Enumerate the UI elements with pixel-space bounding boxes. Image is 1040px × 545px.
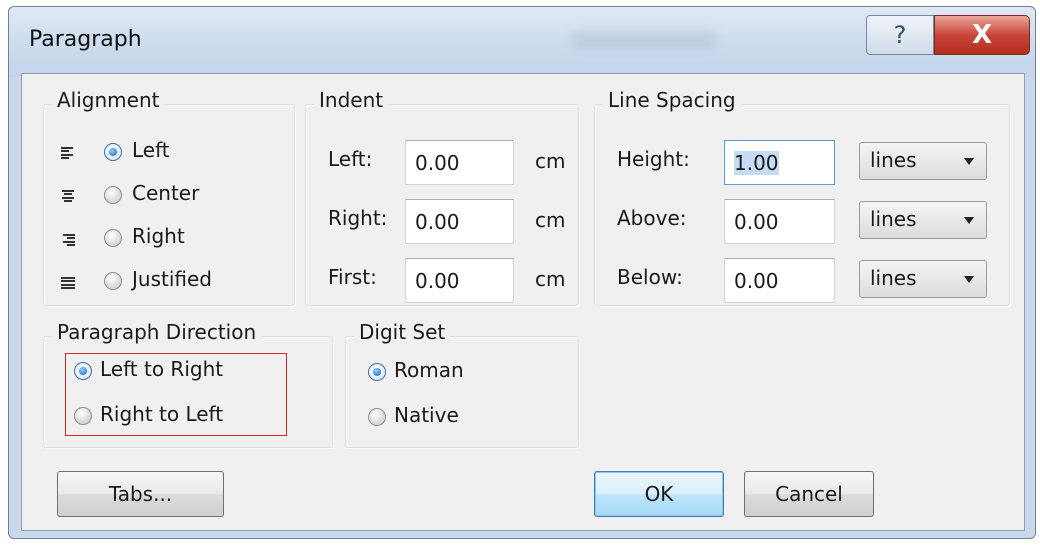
chevron-down-icon bbox=[964, 158, 974, 165]
ok-button[interactable]: OK bbox=[594, 471, 724, 517]
above-unit-value: lines bbox=[870, 207, 917, 231]
chevron-down-icon bbox=[964, 217, 974, 224]
indent-right-input[interactable]: 0.00 bbox=[405, 199, 514, 244]
below-label: Below: bbox=[617, 265, 683, 289]
above-label: Above: bbox=[617, 206, 687, 230]
align-left-icon bbox=[61, 147, 75, 159]
indent-right-unit: cm bbox=[535, 208, 566, 232]
alignment-right-radio[interactable] bbox=[104, 229, 122, 247]
below-input[interactable]: 0.00 bbox=[724, 258, 835, 303]
native-label[interactable]: Native bbox=[394, 403, 459, 427]
alignment-center-radio[interactable] bbox=[104, 186, 122, 204]
title-bar[interactable]: Paragraph ? X bbox=[9, 7, 1035, 77]
height-input-value: 1.00 bbox=[734, 151, 779, 175]
line-spacing-legend: Line Spacing bbox=[603, 88, 741, 112]
below-unit-value: lines bbox=[870, 266, 917, 290]
align-justify-icon bbox=[61, 277, 75, 289]
digit-set-legend: Digit Set bbox=[354, 320, 451, 344]
indent-first-input[interactable]: 0.00 bbox=[405, 258, 514, 303]
align-right-icon bbox=[61, 234, 75, 246]
paragraph-direction-legend: Paragraph Direction bbox=[52, 320, 262, 344]
height-label: Height: bbox=[617, 147, 690, 171]
highlight-box bbox=[65, 353, 287, 436]
paragraph-dialog: Paragraph ? X Alignment Left Center Righ… bbox=[8, 6, 1036, 539]
digit-set-group: Digit Set Roman Native bbox=[345, 320, 579, 448]
line-spacing-group: Line Spacing Height: 1.00 lines Above: 0… bbox=[594, 88, 1010, 306]
above-input[interactable]: 0.00 bbox=[724, 199, 835, 244]
indent-legend: Indent bbox=[314, 88, 389, 112]
help-button[interactable]: ? bbox=[866, 15, 934, 55]
alignment-justified-radio[interactable] bbox=[104, 272, 122, 290]
height-unit-select[interactable]: lines bbox=[859, 142, 987, 180]
roman-radio[interactable] bbox=[368, 363, 386, 381]
alignment-left-label[interactable]: Left bbox=[132, 138, 170, 162]
indent-first-label: First: bbox=[328, 265, 377, 289]
dialog-body: Alignment Left Center Right Justified In… bbox=[21, 73, 1025, 531]
alignment-legend: Alignment bbox=[52, 88, 165, 112]
indent-group: Indent Left: 0.00 cm Right: 0.00 cm Firs… bbox=[305, 88, 579, 306]
roman-label[interactable]: Roman bbox=[394, 358, 464, 382]
dialog-title: Paragraph bbox=[29, 27, 142, 52]
indent-left-input[interactable]: 0.00 bbox=[405, 140, 514, 185]
cancel-button[interactable]: Cancel bbox=[744, 471, 874, 517]
alignment-right-label[interactable]: Right bbox=[132, 224, 185, 248]
tabs-button[interactable]: Tabs... bbox=[57, 471, 224, 517]
question-mark-icon: ? bbox=[893, 21, 907, 49]
align-center-icon bbox=[61, 190, 75, 202]
native-radio[interactable] bbox=[368, 408, 386, 426]
indent-right-label: Right: bbox=[328, 206, 388, 230]
alignment-justified-label[interactable]: Justified bbox=[132, 267, 212, 291]
indent-left-unit: cm bbox=[535, 149, 566, 173]
below-unit-select[interactable]: lines bbox=[859, 260, 987, 298]
blurred-title-text bbox=[569, 31, 719, 49]
chevron-down-icon bbox=[964, 276, 974, 283]
close-button[interactable]: X bbox=[934, 15, 1030, 55]
above-unit-select[interactable]: lines bbox=[859, 201, 987, 239]
alignment-left-radio[interactable] bbox=[104, 143, 122, 161]
close-icon: X bbox=[971, 20, 993, 50]
height-unit-value: lines bbox=[870, 148, 917, 172]
indent-first-unit: cm bbox=[535, 267, 566, 291]
alignment-group: Alignment Left Center Right Justified bbox=[43, 88, 295, 306]
height-input[interactable]: 1.00 bbox=[724, 140, 835, 185]
alignment-center-label[interactable]: Center bbox=[132, 181, 199, 205]
indent-left-label: Left: bbox=[328, 147, 373, 171]
